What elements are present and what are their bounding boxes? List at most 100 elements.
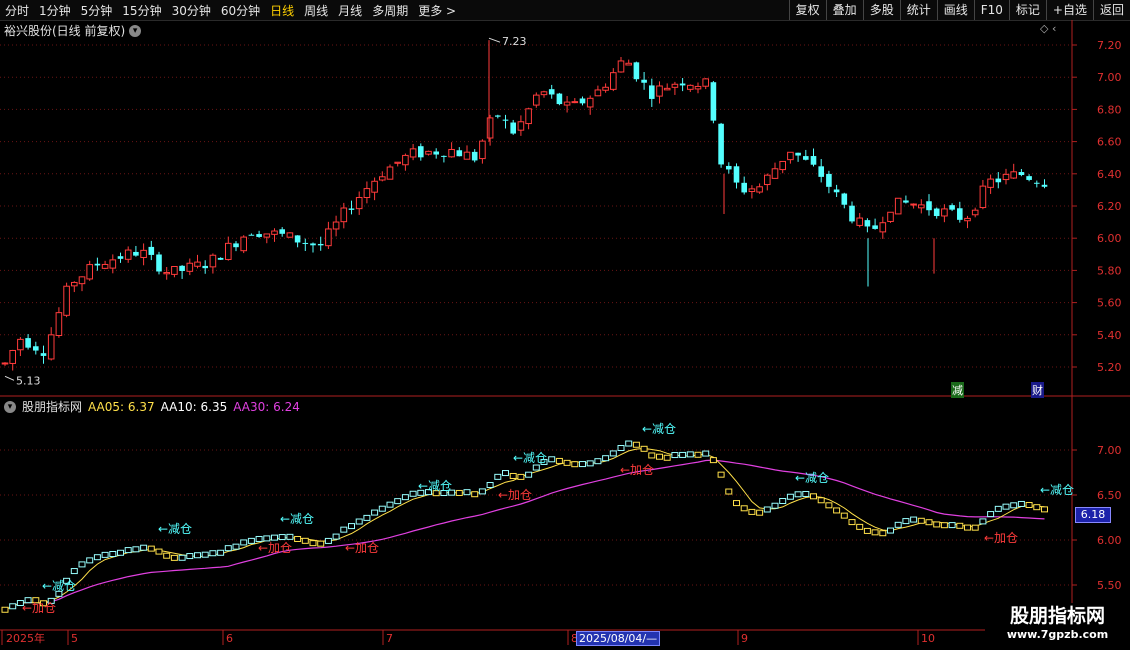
aa05-step	[224, 545, 232, 552]
aa05-step	[209, 550, 217, 557]
candle-body-down	[25, 338, 31, 348]
aa05-step	[771, 502, 779, 509]
chevron-down-icon[interactable]: ▾	[4, 400, 16, 413]
aa05-step	[24, 597, 32, 604]
kline-chart[interactable]: ←减仓 ←减仓 ←减仓 ←减仓 ←减仓 ←减仓 ←减仓 ←减仓 ←加仓 ←加仓 ←加仓 ←加仓 ←加仓 ←…	[0, 0, 1130, 650]
trade-signals: ←减仓 ←减仓 ←减仓 ←减仓 ←减仓 ←减仓 ←减仓 ←减仓 ←加仓 ←加仓 ←加仓 ←加仓 ←加仓 ←…	[22, 422, 1074, 615]
chevron-down-icon[interactable]: ▾	[129, 24, 142, 37]
low-price-label: 5.13	[16, 374, 41, 387]
back-button[interactable]: 返回	[1092, 0, 1130, 20]
aa05-step	[517, 473, 525, 480]
diamond-icon[interactable]: ◇ ‹	[1040, 22, 1056, 35]
watermark-title: 股朋指标网	[1009, 605, 1105, 627]
aa05-step	[786, 493, 794, 500]
main-chart-title: 裕兴股份(日线 前复权) ▾	[4, 22, 142, 39]
x-axis-label: 2025年	[6, 631, 45, 645]
aa05-step	[725, 488, 733, 495]
aa05-step	[286, 533, 294, 540]
price-tick-label: 5.20	[1097, 361, 1122, 374]
mark-button[interactable]: 标记	[1008, 0, 1046, 20]
candle-body-down	[633, 62, 640, 80]
tab-more[interactable]: 更多 >	[413, 2, 461, 19]
tab-weekly[interactable]: 周线	[299, 2, 333, 19]
candle-body-up	[101, 263, 109, 269]
aa05-step	[848, 519, 856, 526]
add-signal: ←加仓	[984, 531, 1018, 545]
aa05-step	[63, 577, 71, 584]
statistics-button[interactable]: 统计	[899, 0, 937, 20]
price-tick-label: 6.40	[1097, 168, 1122, 181]
tab-daily[interactable]: 日线	[265, 2, 299, 19]
aa05-step	[579, 461, 586, 468]
candle-body-down	[502, 119, 509, 121]
add-signal: ←加仓	[620, 463, 654, 477]
aa05-step	[971, 524, 979, 531]
aa05-step	[494, 473, 502, 480]
f10-button[interactable]: F10	[973, 0, 1009, 20]
candle-body-up	[517, 121, 525, 131]
aa05-step	[186, 553, 194, 560]
candle-body-down	[94, 263, 101, 266]
aa05-step	[309, 540, 317, 547]
candle-body-up	[209, 254, 217, 268]
aa05-step	[632, 441, 640, 448]
multi-stock-button[interactable]: 多股	[862, 0, 900, 20]
candle-body-down	[117, 256, 124, 259]
aa05-step	[948, 522, 956, 529]
tab-multi-period[interactable]: 多周期	[367, 2, 413, 19]
candle-body-down	[202, 265, 208, 269]
candle-body-down	[441, 155, 447, 157]
candle-body-down	[256, 234, 262, 237]
tab-30min[interactable]: 30分钟	[167, 2, 216, 19]
aa05-step	[925, 519, 933, 526]
candle-body-down	[718, 123, 724, 165]
aa05-step	[163, 552, 171, 559]
draw-line-button[interactable]: 画线	[936, 0, 974, 20]
candle-body-up	[625, 62, 633, 66]
aa05-step	[1010, 502, 1018, 509]
candle-body-up	[340, 207, 348, 223]
add-watchlist-button[interactable]: +自选	[1045, 0, 1093, 20]
candle-body-up	[971, 209, 979, 216]
candle-body-up	[563, 101, 571, 106]
candle-body-down	[726, 165, 732, 170]
finance-tag[interactable]: 财	[1031, 382, 1044, 398]
aa05-step	[448, 489, 456, 496]
candle-body-down	[818, 166, 824, 177]
candle-body-down	[294, 235, 301, 243]
aa05-step	[1033, 504, 1041, 511]
aa05-step	[371, 509, 379, 516]
restore-rights-button[interactable]: 复权	[788, 0, 826, 20]
overlay-button[interactable]: 叠加	[825, 0, 863, 20]
candle-body-down	[833, 189, 840, 193]
function-buttons: 复权 叠加 多股 统计 画线 F10 标记 +自选 返回	[788, 0, 1130, 20]
aa05-step	[571, 461, 579, 468]
candle-body-down	[826, 173, 832, 187]
aa05-step	[194, 552, 201, 559]
aa05-step	[317, 540, 325, 547]
tab-60min[interactable]: 60分钟	[216, 2, 265, 19]
tab-monthly[interactable]: 月线	[333, 2, 367, 19]
candle-body-down	[1041, 184, 1048, 187]
candle-body-up	[656, 85, 663, 97]
tab-1min[interactable]: 1分钟	[34, 2, 76, 19]
aa05-step	[432, 490, 440, 497]
candle-body-down	[217, 257, 224, 260]
aa05-step	[271, 534, 278, 541]
x-axis-label: 6	[226, 632, 233, 645]
aa05-step	[55, 590, 63, 597]
x-axis-label: 10	[921, 632, 935, 645]
add-signal: ←加仓	[22, 601, 56, 615]
candle-body-down	[133, 251, 139, 256]
price-tick-label: 6.00	[1097, 232, 1122, 245]
tab-15min[interactable]: 15分钟	[117, 2, 166, 19]
tab-5min[interactable]: 5分钟	[76, 2, 118, 19]
aa05-step	[401, 494, 409, 501]
reduce-holding-tag[interactable]: 减	[951, 382, 964, 398]
aa05-step	[9, 603, 17, 610]
tab-fenshi[interactable]: 分时	[0, 2, 34, 19]
candle-body-up	[355, 197, 363, 210]
aa05-step	[140, 544, 148, 551]
aa05-step	[671, 452, 679, 459]
indicator-name: 股朋指标网	[22, 400, 83, 414]
